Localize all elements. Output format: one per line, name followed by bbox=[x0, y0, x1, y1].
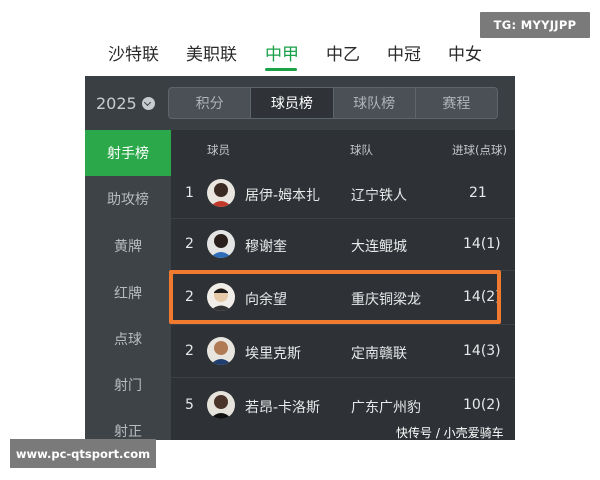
rank-cell: 2 bbox=[185, 343, 194, 359]
player-name: 若昂-卡洛斯 bbox=[245, 400, 321, 416]
rank-cell: 2 bbox=[185, 236, 194, 252]
sidebar-item-red-cards[interactable]: 红牌 bbox=[85, 270, 171, 316]
tg-watermark-badge: TG: MYYJJPP bbox=[480, 12, 590, 38]
player-avatar bbox=[207, 230, 235, 258]
active-league-underline bbox=[265, 68, 297, 71]
goals-value: 10(2) bbox=[463, 397, 501, 413]
site-watermark-badge: www.pc-qtsport.com bbox=[10, 439, 156, 468]
team-name: 广东广州豹 bbox=[351, 400, 421, 416]
sidebar-item-shots-on-target[interactable]: 射正 bbox=[85, 408, 171, 440]
column-header-team: 球队 bbox=[350, 143, 373, 157]
league-tab-china-champions[interactable]: 中冠 bbox=[387, 40, 421, 65]
table-row[interactable]: 1 居伊-姆本扎 辽宁铁人 21 bbox=[171, 166, 515, 218]
player-avatar bbox=[207, 337, 235, 365]
column-header-player: 球员 bbox=[207, 143, 230, 157]
sidebar-item-penalties[interactable]: 点球 bbox=[85, 316, 171, 362]
goals-value: 14(3) bbox=[463, 343, 501, 359]
ranking-category-sidebar: 射手榜 助攻榜 黄牌 红牌 点球 射门 射正 bbox=[85, 130, 171, 440]
league-tab-mls[interactable]: 美职联 bbox=[186, 40, 237, 65]
stats-tabs: 积分 球员榜 球队榜 赛程 bbox=[168, 87, 498, 119]
tab-player-rankings[interactable]: 球员榜 bbox=[251, 88, 334, 118]
highlight-box bbox=[169, 270, 501, 324]
team-name: 大连鲲城 bbox=[351, 239, 407, 255]
team-name: 定南赣联 bbox=[351, 346, 407, 362]
goals-value: 21 bbox=[469, 185, 487, 201]
player-name: 埃里克斯 bbox=[245, 346, 301, 362]
goals-value: 14(1) bbox=[463, 236, 501, 252]
player-avatar bbox=[207, 391, 235, 419]
player-avatar bbox=[207, 179, 235, 207]
sidebar-item-yellow-cards[interactable]: 黄牌 bbox=[85, 223, 171, 269]
player-name: 居伊-姆本扎 bbox=[245, 188, 321, 204]
league-tab-china-league-two[interactable]: 中乙 bbox=[326, 40, 360, 65]
table-row[interactable]: 2 埃里克斯 定南赣联 14(3) bbox=[171, 325, 515, 377]
team-name: 辽宁铁人 bbox=[351, 188, 407, 204]
rank-cell: 5 bbox=[185, 397, 194, 413]
tab-team-rankings[interactable]: 球队榜 bbox=[334, 88, 416, 118]
tab-schedule[interactable]: 赛程 bbox=[416, 88, 497, 118]
rank-cell: 1 bbox=[185, 185, 194, 201]
player-name: 穆谢奎 bbox=[245, 239, 287, 255]
sidebar-item-assists[interactable]: 助攻榜 bbox=[85, 176, 171, 222]
league-tab-saudi[interactable]: 沙特联 bbox=[108, 40, 159, 65]
tab-standings[interactable]: 积分 bbox=[169, 88, 252, 118]
league-tab-china-league-one[interactable]: 中甲 bbox=[265, 40, 299, 65]
season-year: 2025 bbox=[96, 94, 137, 113]
sidebar-item-top-scorers[interactable]: 射手榜 bbox=[85, 130, 171, 176]
sidebar-item-shots[interactable]: 射门 bbox=[85, 362, 171, 408]
table-row[interactable]: 2 穆谢奎 大连鲲城 14(1) bbox=[171, 219, 515, 271]
chevron-down-icon bbox=[141, 97, 155, 110]
column-header-goals: 进球(点球) bbox=[452, 143, 507, 157]
table-row[interactable]: 5 若昂-卡洛斯 广东广州豹 10(2) bbox=[171, 378, 515, 430]
season-selector[interactable]: 2025 bbox=[96, 94, 155, 113]
league-tab-china-women[interactable]: 中女 bbox=[448, 40, 482, 65]
source-watermark: 快传号 / 小壳爱骑车 bbox=[396, 426, 504, 440]
